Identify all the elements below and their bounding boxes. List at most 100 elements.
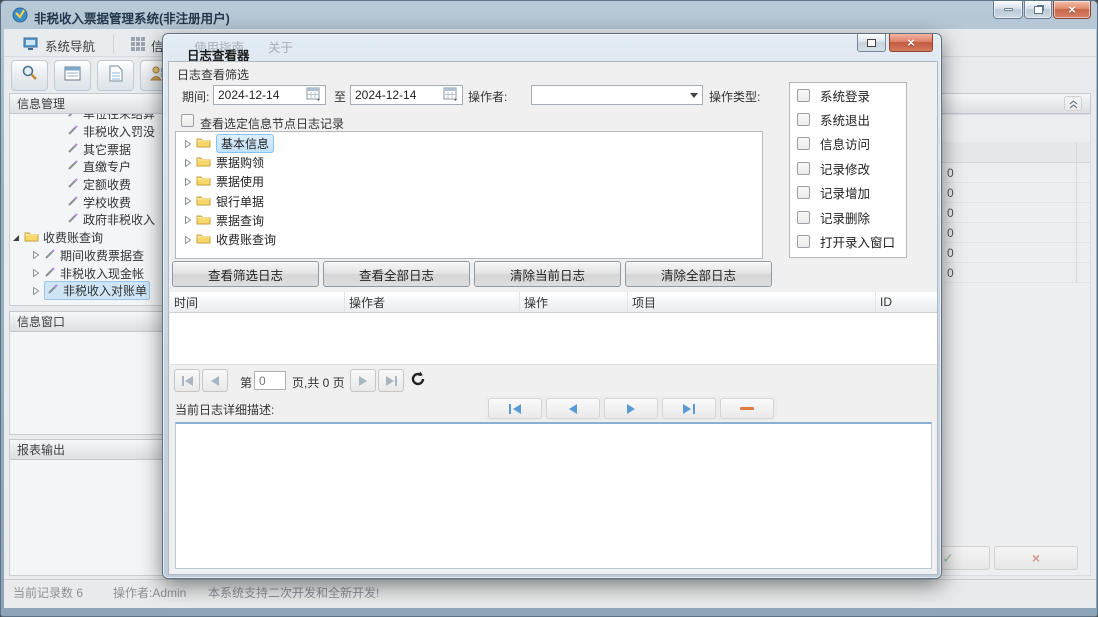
- log-node-tree: 基本信息 票据购领 票据使用 银行单据 票据查询 收费账查询: [175, 131, 763, 259]
- operator-combobox[interactable]: [531, 85, 703, 105]
- last-page-button[interactable]: [378, 369, 404, 392]
- tree-item[interactable]: 直缴专户: [10, 158, 163, 176]
- checkbox[interactable]: [797, 137, 810, 150]
- calendar-icon[interactable]: [443, 86, 458, 104]
- log-table-header: 时间 操作者 操作 项目 ID: [170, 292, 937, 313]
- table-row: 0: [942, 183, 1090, 203]
- nav-first-icon: [513, 404, 521, 414]
- column-header-project[interactable]: 项目: [628, 292, 876, 312]
- node-icon: [44, 248, 56, 263]
- nav-last-button[interactable]: [662, 398, 716, 419]
- refresh-icon[interactable]: [410, 371, 426, 392]
- optype-item[interactable]: 系统登录: [790, 83, 906, 107]
- tree-item[interactable]: 定额收费: [10, 176, 163, 194]
- optype-item[interactable]: 关闭录入窗口: [790, 254, 906, 258]
- page-number-input[interactable]: [254, 371, 286, 390]
- to-label: 至: [334, 88, 346, 105]
- first-page-button[interactable]: [174, 369, 200, 392]
- prev-page-button[interactable]: [202, 369, 228, 392]
- expand-arrow-icon[interactable]: [32, 248, 40, 262]
- log-table-body[interactable]: [170, 313, 937, 364]
- calendar-icon[interactable]: [306, 86, 321, 104]
- expand-arrow-icon[interactable]: [184, 194, 192, 208]
- checkbox[interactable]: [797, 235, 810, 248]
- document-toolbar-button[interactable]: [97, 60, 134, 91]
- tree-item[interactable]: 其它票据: [10, 140, 163, 158]
- dialog-close-button[interactable]: ×: [889, 34, 933, 52]
- optype-item[interactable]: 记录删除: [790, 205, 906, 229]
- optype-item[interactable]: 信息访问: [790, 132, 906, 156]
- log-detail-textarea[interactable]: [175, 422, 932, 569]
- minus-icon: [740, 407, 754, 410]
- tree-item-expanded[interactable]: 收费账查询: [10, 229, 163, 247]
- tree-item[interactable]: 银行单据: [176, 192, 762, 211]
- nav-first-button[interactable]: [488, 398, 542, 419]
- column-header-operation[interactable]: 操作: [520, 292, 628, 312]
- checkbox[interactable]: [797, 113, 810, 126]
- view-filtered-log-button[interactable]: 查看筛选日志: [172, 261, 319, 287]
- dialog-restore-button[interactable]: [857, 34, 886, 52]
- minimize-button[interactable]: [993, 1, 1023, 19]
- expand-arrow-icon[interactable]: [184, 156, 192, 170]
- optype-listbox[interactable]: 系统登录 系统退出 信息访问 记录修改 记录增加 记录删除 打开录入窗口 关闭录…: [789, 82, 907, 258]
- tree-item[interactable]: 票据查询: [176, 211, 762, 230]
- restore-button[interactable]: [1024, 1, 1052, 19]
- panel-title: 报表输出: [17, 441, 65, 458]
- checkbox[interactable]: [797, 211, 810, 224]
- tree-item[interactable]: 学校收费: [10, 193, 163, 211]
- column-header-time[interactable]: 时间: [170, 292, 345, 312]
- node-icon: [67, 124, 79, 139]
- restore-icon: [1034, 6, 1043, 14]
- tree-item[interactable]: 单位往来结算: [10, 114, 163, 123]
- clear-all-log-button[interactable]: 清除全部日志: [625, 261, 772, 287]
- tree-item[interactable]: 收费账查询: [176, 230, 762, 249]
- delete-record-button[interactable]: [720, 398, 774, 419]
- tab-label: 系统导航: [45, 36, 95, 55]
- expand-arrow-icon[interactable]: [184, 233, 192, 247]
- checkbox[interactable]: [797, 89, 810, 102]
- node-filter-checkbox[interactable]: [181, 114, 194, 127]
- close-button[interactable]: ×: [1053, 1, 1091, 19]
- clear-current-log-button[interactable]: 清除当前日志: [474, 261, 621, 287]
- optype-item[interactable]: 记录增加: [790, 181, 906, 205]
- date-from-field[interactable]: 2024-12-14: [213, 85, 326, 105]
- column-header-id[interactable]: ID: [876, 292, 937, 312]
- tree-item-selected[interactable]: 基本信息: [176, 134, 762, 153]
- tree-item-selected[interactable]: 非税收入对账单: [10, 282, 163, 300]
- checkbox[interactable]: [797, 162, 810, 175]
- tree-item[interactable]: 非税收入罚没: [10, 123, 163, 141]
- expand-arrow-icon[interactable]: [32, 266, 40, 280]
- panel-title: 信息管理: [17, 95, 65, 112]
- tab-system-nav[interactable]: 系统导航: [13, 33, 105, 58]
- expand-arrow-icon[interactable]: [184, 175, 192, 189]
- node-icon: [67, 142, 79, 157]
- view-all-log-button[interactable]: 查看全部日志: [323, 261, 470, 287]
- tree-item[interactable]: 非税收入现金帐: [10, 264, 163, 282]
- expand-arrow-icon[interactable]: [32, 284, 40, 298]
- tree-item[interactable]: 期间收费票据查: [10, 247, 163, 265]
- date-to-field[interactable]: 2024-12-14: [350, 85, 463, 105]
- report-toolbar-button[interactable]: [54, 60, 91, 91]
- optype-item[interactable]: 系统退出: [790, 107, 906, 131]
- status-message: 本系统支持二次开发和全新开发!: [208, 584, 379, 601]
- nav-prev-icon: [569, 404, 577, 414]
- expand-arrow-icon[interactable]: [184, 213, 192, 227]
- optype-item[interactable]: 打开录入窗口: [790, 229, 906, 253]
- cancel-button[interactable]: ×: [994, 546, 1078, 570]
- checkbox[interactable]: [797, 186, 810, 199]
- column-header-operator[interactable]: 操作者: [345, 292, 520, 312]
- tree-item[interactable]: 票据购领: [176, 153, 762, 172]
- collapse-arrow-icon[interactable]: [12, 231, 20, 245]
- collapse-panel-button[interactable]: [1064, 96, 1082, 111]
- optype-item[interactable]: 记录修改: [790, 156, 906, 180]
- search-toolbar-button[interactable]: [11, 60, 48, 91]
- tree-item[interactable]: 票据使用: [176, 172, 762, 191]
- status-operator: 操作者:Admin: [113, 584, 186, 601]
- next-page-button[interactable]: [350, 369, 376, 392]
- nav-next-button[interactable]: [604, 398, 658, 419]
- nav-prev-button[interactable]: [546, 398, 600, 419]
- tree-item[interactable]: 政府非税收入: [10, 211, 163, 229]
- period-label: 期间:: [182, 88, 209, 105]
- expand-arrow-icon[interactable]: [184, 137, 192, 151]
- panel-header-info-window: 信息窗口: [9, 311, 164, 332]
